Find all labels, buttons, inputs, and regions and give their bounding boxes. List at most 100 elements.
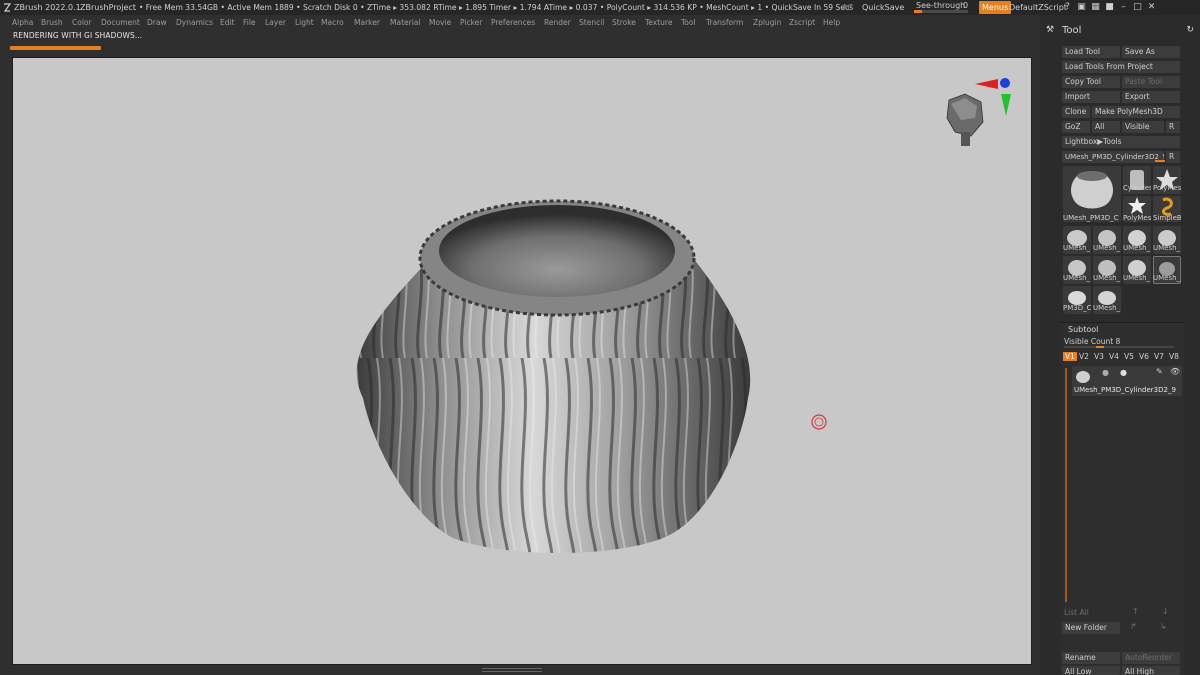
collapse-icon[interactable]: ■ — [1104, 2, 1115, 13]
eye-icon[interactable]: 👁 — [1170, 367, 1180, 376]
tab-v6[interactable]: V6 — [1139, 352, 1149, 361]
menu-macro[interactable]: Macro — [321, 15, 344, 30]
tab-v1[interactable]: V1 — [1063, 352, 1077, 361]
menu-light[interactable]: Light — [295, 15, 314, 30]
tab-v7[interactable]: V7 — [1154, 352, 1164, 361]
vase-opening — [439, 205, 675, 297]
viewport-render — [356, 78, 1011, 553]
render-status-text: RENDERING WITH GI SHADOWS... — [13, 31, 143, 40]
tool-thumb-label-5: UMesh_ — [1063, 274, 1091, 282]
subtool-item-name: UMesh_PM3D_Cylinder3D2_9 — [1074, 386, 1176, 394]
menu-render[interactable]: Render — [544, 15, 571, 30]
goz-visible-button[interactable]: Visible — [1122, 121, 1164, 133]
load-from-project-button[interactable]: Load Tools From Project — [1062, 61, 1180, 73]
folder-down-icon[interactable]: ↳ — [1160, 622, 1167, 631]
visible-count-thumb — [1096, 346, 1104, 348]
menu-stroke[interactable]: Stroke — [612, 15, 636, 30]
tab-v5[interactable]: V5 — [1124, 352, 1134, 361]
brush-visibility-icon[interactable]: ● — [1102, 368, 1109, 377]
new-folder-button[interactable]: New Folder — [1062, 622, 1120, 634]
menu-material[interactable]: Material — [390, 15, 420, 30]
polypaint-icon[interactable]: ● — [1120, 368, 1127, 377]
menu-color[interactable]: Color — [72, 15, 92, 30]
tab-v3[interactable]: V3 — [1094, 352, 1104, 361]
import-button[interactable]: Import — [1062, 91, 1120, 103]
active-tool-label: UMesh_PM3D_C — [1063, 214, 1119, 222]
tool-slider-indicator — [1155, 160, 1165, 162]
palette-icon[interactable]: ▦ — [1090, 2, 1101, 13]
tab-v8[interactable]: V8 — [1169, 352, 1179, 361]
title-bar: ZBrush 2022.0.1 ZBrushProject . • Free M… — [0, 0, 1200, 15]
see-through-slider[interactable] — [914, 10, 968, 13]
menu-document[interactable]: Document — [101, 15, 140, 30]
menu-stencil[interactable]: Stencil — [579, 15, 604, 30]
all-low-button[interactable]: All Low — [1062, 666, 1120, 675]
export-button[interactable]: Export — [1122, 91, 1180, 103]
menu-dynamics[interactable]: Dynamics — [176, 15, 213, 30]
menu-layer[interactable]: Layer — [265, 15, 286, 30]
make-polymesh-button[interactable]: Make PolyMesh3D — [1092, 106, 1180, 118]
layout-icon[interactable]: ▣ — [1076, 2, 1087, 13]
subtool-item[interactable]: ● ● ✎ 👁 UMesh_PM3D_Cylinder3D2_9 — [1072, 366, 1182, 396]
current-tool-r-button[interactable]: R — [1166, 151, 1180, 163]
menu-tool[interactable]: Tool — [681, 15, 696, 30]
goz-r-button[interactable]: R — [1166, 121, 1180, 133]
all-high-button[interactable]: All High — [1122, 666, 1180, 675]
render-progress-bar — [10, 46, 101, 50]
menu-help[interactable]: Help — [823, 15, 840, 30]
copy-tool-button[interactable]: Copy Tool — [1062, 76, 1120, 88]
pen-icon[interactable]: ✎ — [1156, 367, 1163, 376]
menu-marker[interactable]: Marker — [354, 15, 380, 30]
move-down-icon[interactable]: ↓ — [1162, 607, 1169, 616]
default-zscript-button[interactable]: DefaultZScript — [1009, 0, 1067, 15]
ac-button[interactable]: AC — [842, 0, 853, 15]
see-through-fill — [914, 10, 923, 13]
save-as-button[interactable]: Save As — [1122, 46, 1180, 58]
tool-thumb-label-2: UMesh_ — [1093, 244, 1121, 252]
refresh-icon[interactable]: ↻ — [1186, 25, 1194, 35]
tab-v4[interactable]: V4 — [1109, 352, 1119, 361]
quicksave-button[interactable]: QuickSave — [862, 0, 904, 15]
menu-zplugin[interactable]: Zplugin — [753, 15, 781, 30]
close-icon[interactable]: ✕ — [1146, 2, 1157, 13]
menu-transform[interactable]: Transform — [706, 15, 743, 30]
folder-up-icon[interactable]: ↱ — [1130, 622, 1137, 631]
lightbox-tools-button[interactable]: Lightbox▶Tools — [1062, 136, 1180, 148]
menu-alpha[interactable]: Alpha — [12, 15, 33, 30]
menu-texture[interactable]: Texture — [645, 15, 672, 30]
menu-zscript[interactable]: Zscript — [789, 15, 815, 30]
help-icon[interactable]: ? — [1062, 2, 1073, 13]
menu-preferences[interactable]: Preferences — [491, 15, 535, 30]
polymesh-label-a: PolyMes — [1153, 184, 1181, 192]
subtool-title[interactable]: Subtool — [1068, 325, 1098, 334]
menu-picker[interactable]: Picker — [460, 15, 482, 30]
menu-brush[interactable]: Brush — [41, 15, 63, 30]
tab-v2[interactable]: V2 — [1079, 352, 1089, 361]
menu-draw[interactable]: Draw — [147, 15, 167, 30]
menus-toggle-button[interactable]: Menus — [979, 1, 1012, 14]
rename-button[interactable]: Rename — [1062, 652, 1120, 664]
move-up-icon[interactable]: ↑ — [1132, 607, 1139, 616]
load-tool-button[interactable]: Load Tool — [1062, 46, 1120, 58]
list-all-button[interactable]: List All — [1064, 608, 1089, 617]
goz-all-button[interactable]: All — [1092, 121, 1120, 133]
subtool-list-scrollbar[interactable] — [1065, 368, 1067, 602]
navigation-gizmo-icon[interactable] — [946, 78, 1011, 146]
goz-button[interactable]: GoZ — [1062, 121, 1090, 133]
current-tool-field[interactable]: UMesh_PM3D_Cylinder3D2_9 — [1062, 151, 1164, 163]
menu-bar: Alpha Brush Color Document Draw Dynamics… — [0, 15, 1040, 30]
document-canvas[interactable] — [12, 57, 1032, 665]
polymesh-label-b: PolyMes — [1123, 214, 1151, 222]
visible-count-slider[interactable] — [1064, 346, 1174, 348]
minimize-icon[interactable]: – — [1118, 2, 1129, 13]
restore-icon[interactable]: □ — [1132, 2, 1143, 13]
menu-edit[interactable]: Edit — [220, 15, 235, 30]
tool-palette-header[interactable]: ⚒ Tool ↻ — [1046, 25, 1194, 39]
canvas-resize-handle[interactable] — [482, 668, 542, 672]
autoreorder-button[interactable]: AutoReorder — [1122, 652, 1180, 664]
clone-button[interactable]: Clone — [1062, 106, 1090, 118]
menu-movie[interactable]: Movie — [429, 15, 451, 30]
menu-file[interactable]: File — [243, 15, 256, 30]
tool-thumb-label-3: UMesh_ — [1123, 244, 1151, 252]
paste-tool-button[interactable]: Paste Tool — [1122, 76, 1180, 88]
